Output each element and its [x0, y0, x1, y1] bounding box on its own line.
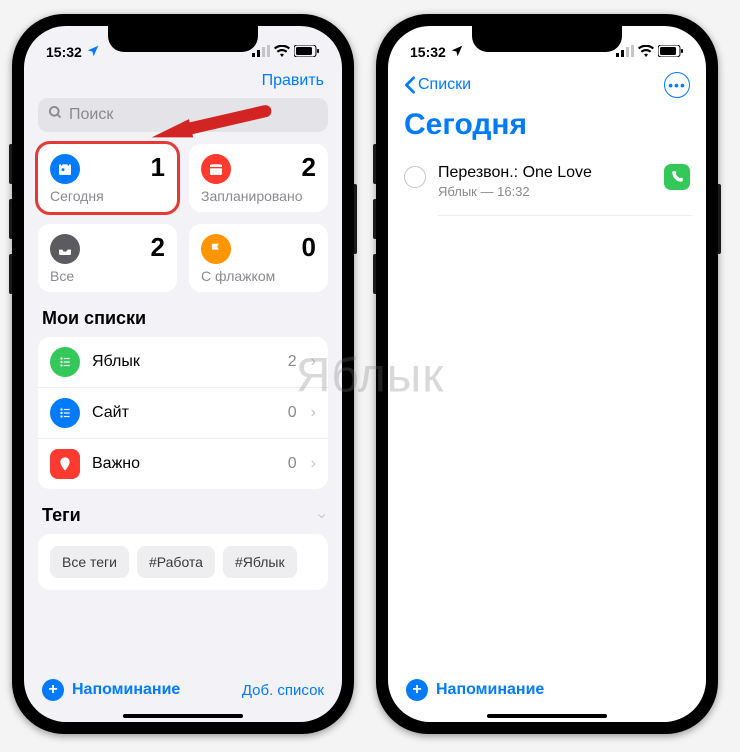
plus-circle-icon: + [406, 679, 428, 701]
list-label: Важно [92, 455, 276, 473]
card-all[interactable]: 2 Все [38, 224, 177, 292]
status-time: 15:32 [410, 44, 446, 60]
cellular-icon [252, 44, 270, 60]
tag-chip[interactable]: #Работа [137, 546, 215, 578]
card-all-label: Все [50, 268, 165, 284]
reminder-subtitle: Яблык — 16:32 [438, 184, 652, 199]
list-label: Яблык [92, 353, 276, 371]
flag-icon [201, 234, 231, 264]
home-indicator [123, 714, 243, 718]
calendar-today-icon [50, 154, 80, 184]
status-time: 15:32 [46, 44, 82, 60]
list-row[interactable]: Яблык 2 › [38, 337, 328, 388]
tag-chip[interactable]: #Яблык [223, 546, 297, 578]
tray-icon [50, 234, 80, 264]
search-icon [48, 105, 63, 125]
plus-circle-icon: + [42, 679, 64, 701]
list-row[interactable]: Важно 0 › [38, 439, 328, 489]
back-button[interactable]: Списки [404, 76, 471, 94]
new-reminder-label: Напоминание [72, 681, 180, 699]
location-icon [86, 44, 100, 61]
more-button[interactable]: ••• [664, 72, 690, 98]
card-all-count: 2 [151, 234, 165, 260]
new-reminder-button[interactable]: + Напоминание [406, 679, 544, 701]
card-flagged-label: С флажком [201, 268, 316, 284]
chevron-right-icon: › [311, 353, 316, 371]
add-list-button[interactable]: Доб. список [242, 682, 324, 699]
card-flagged[interactable]: 0 С флажком [189, 224, 328, 292]
ellipsis-icon: ••• [668, 77, 686, 93]
home-indicator [487, 714, 607, 718]
list-count: 2 [288, 353, 297, 371]
phone-left: 15:32 Править Поиск [12, 14, 354, 734]
tags-title: Теги [42, 505, 81, 526]
cellular-icon [616, 44, 634, 60]
list-count: 0 [288, 455, 297, 473]
search-placeholder: Поиск [69, 106, 113, 124]
back-label: Списки [418, 76, 471, 94]
notch [472, 26, 622, 52]
new-reminder-button[interactable]: + Напоминание [42, 679, 180, 701]
phone-right: 15:32 Списки [376, 14, 718, 734]
tags-box: Все теги #Работа #Яблык [38, 534, 328, 590]
chevron-right-icon: › [311, 455, 316, 473]
card-scheduled-count: 2 [302, 154, 316, 180]
list-bullet-icon [50, 398, 80, 428]
reminder-item[interactable]: Перезвон.: One Love Яблык — 16:32 [402, 156, 692, 207]
list-bullet-icon [50, 347, 80, 377]
chevron-right-icon: › [311, 404, 316, 422]
chevron-down-icon[interactable]: › [312, 513, 330, 518]
page-title: Сегодня [402, 102, 692, 156]
list-row[interactable]: Сайт 0 › [38, 388, 328, 439]
completion-circle[interactable] [404, 166, 426, 188]
my-lists-title: Мои списки [38, 308, 328, 337]
location-icon [450, 44, 464, 61]
wifi-icon [638, 44, 654, 60]
tag-chip[interactable]: Все теги [50, 546, 129, 578]
battery-icon [658, 44, 684, 60]
wifi-icon [274, 44, 290, 60]
list-count: 0 [288, 404, 297, 422]
call-button[interactable] [664, 164, 690, 190]
divider [438, 215, 692, 216]
card-today-label: Сегодня [50, 188, 165, 204]
important-icon [50, 449, 80, 479]
battery-icon [294, 44, 320, 60]
new-reminder-label: Напоминание [436, 681, 544, 699]
card-flagged-count: 0 [302, 234, 316, 260]
list-label: Сайт [92, 404, 276, 422]
notch [108, 26, 258, 52]
reminder-title: Перезвон.: One Love [438, 164, 652, 182]
edit-button[interactable]: Править [262, 72, 324, 90]
